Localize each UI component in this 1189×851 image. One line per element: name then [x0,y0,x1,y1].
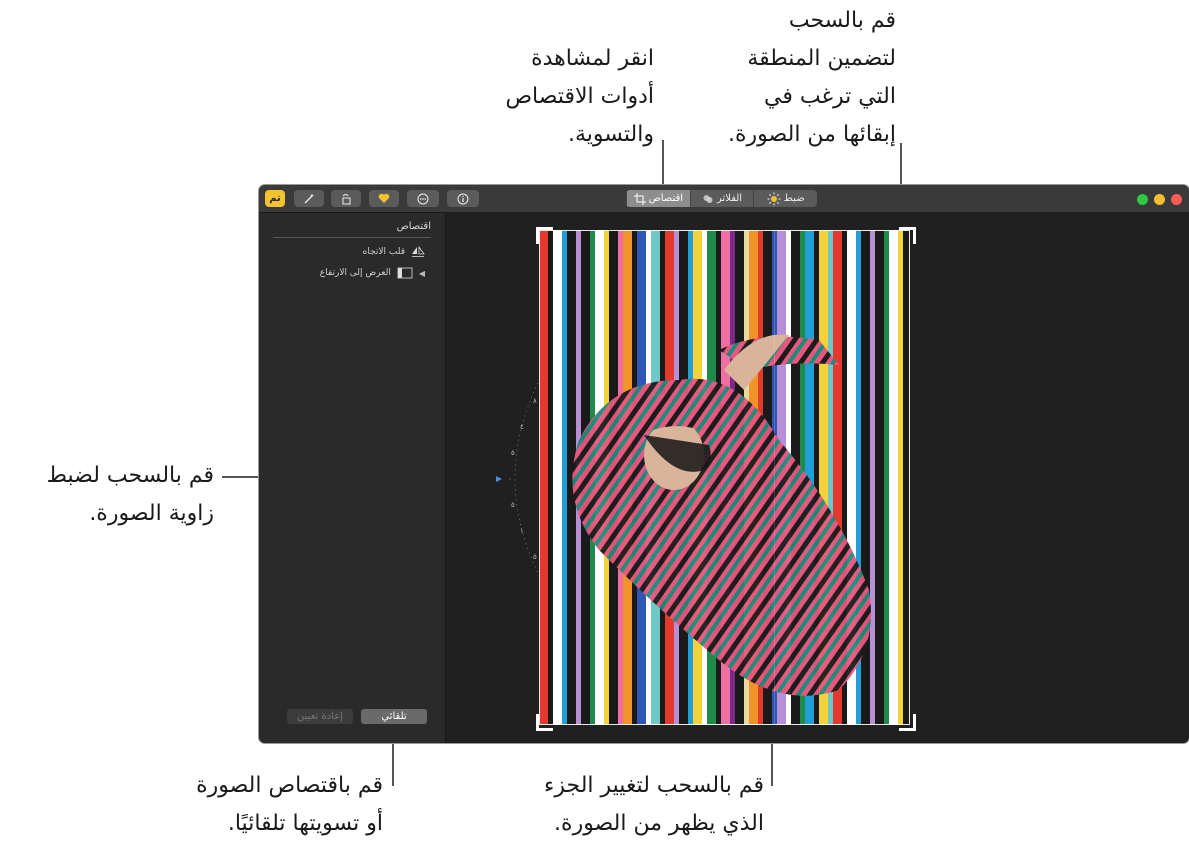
callout-line: الذي يظهر من الصورة. [554,811,764,836]
callout-line: والتسوية. [568,122,654,147]
heart-icon[interactable] [369,190,399,207]
callout-line: أدوات الاقتصاص [505,84,654,109]
zoom-button[interactable] [1137,194,1148,205]
magic-wand-icon[interactable] [294,190,324,207]
tab-adjust[interactable]: ضبط [753,190,817,207]
callout-line: قم باقتصاص الصورة [196,773,383,798]
adjust-sun-icon [767,192,781,205]
filters-icon [703,194,713,203]
crop-handle-bottom-left[interactable] [536,714,553,731]
callout-crop-tools: انقر لمشاهدة أدوات الاقتصاص والتسوية. [505,40,654,154]
callout-line: قم بالسحب لضبط [46,463,214,488]
minimize-button[interactable] [1154,194,1165,205]
crop-handle-top-right[interactable] [899,227,916,244]
photos-window: تم اقتصاص الفلاتر ضبط اقتصاص قلب الاتجاه… [259,185,1189,743]
done-button[interactable]: تم [265,190,285,207]
crop-sidebar: اقتصاص قلب الاتجاه ◀ العرض إلى الارتفاع … [259,213,446,743]
dial-label: ١ [520,527,524,535]
dial-label: ٤ [520,423,524,431]
callout-line: زاوية الصورة. [89,501,214,526]
flip-label: قلب الاتجاه [362,247,405,257]
callout-line: قم بالسحب [788,8,896,33]
reset-button[interactable]: إعادة تعيين [287,709,353,724]
dial-label: ٠ [508,475,512,483]
callout-reposition-photo: قم بالسحب لتغيير الجزء الذي يظهر من الصو… [544,767,764,843]
crop-handle-bottom-right[interactable] [899,714,916,731]
close-button[interactable] [1171,194,1182,205]
callout-line: انقر لمشاهدة [531,46,654,71]
crop-icon [633,192,646,205]
tab-adjust-label: ضبط [783,193,805,204]
dial-label: ٨ [533,397,537,405]
callout-line: لتضمين المنطقة [747,46,896,71]
toolbar: تم اقتصاص الفلاتر ضبط [259,185,1189,213]
callout-auto-crop: قم باقتصاص الصورة أو تسويتها تلقائيًا. [196,767,383,843]
aspect-item[interactable]: ◀ العرض إلى الارتفاع [320,267,425,279]
dial-label: ٥ [533,553,537,561]
tab-filters-label: الفلاتر [716,193,743,204]
callout-line: التي ترغب في [764,84,896,109]
flip-item[interactable]: قلب الاتجاه [363,246,425,258]
straighten-dial[interactable]: ٨ ٤ ٥ ٠ ٥ ١ ٥ [492,383,542,573]
crop-handle-top-left[interactable] [536,227,553,244]
more-icon[interactable] [407,190,439,207]
crop-grid-line [774,230,775,725]
info-icon[interactable] [447,190,479,207]
callout-line: قم بالسحب لتغيير الجزء [544,773,764,798]
sidebar-title: اقتصاص [396,221,431,232]
crop-frame[interactable] [539,230,910,725]
aspect-label: العرض إلى الارتفاع [319,268,391,278]
dial-label: ٥ [511,449,515,457]
tab-crop-label: اقتصاص [648,193,684,204]
callout-line: إبقائها من الصورة. [728,122,896,147]
edit-mode-tabs: اقتصاص الفلاتر ضبط [626,190,817,207]
callout-straighten-angle: قم بالسحب لضبط زاوية الصورة. [47,457,214,533]
callout-drag-crop-region: قم بالسحب لتضمين المنطقة التي ترغب في إب… [728,2,896,154]
image-canvas: ٨ ٤ ٥ ٠ ٥ ١ ٥ [446,213,1189,743]
divider [273,237,431,238]
photo[interactable] [539,230,910,725]
flip-icon [412,246,425,257]
rotate-icon[interactable] [331,190,361,207]
aspect-icon [397,267,413,279]
callout-line: أو تسويتها تلقائيًا. [227,811,383,836]
dial-label: ٥ [511,501,515,509]
tab-filters[interactable]: الفلاتر [689,190,754,207]
disclosure-triangle-icon[interactable]: ◀ [419,269,425,278]
auto-button[interactable]: تلقائي [361,709,427,724]
tab-crop[interactable]: اقتصاص [626,190,690,207]
